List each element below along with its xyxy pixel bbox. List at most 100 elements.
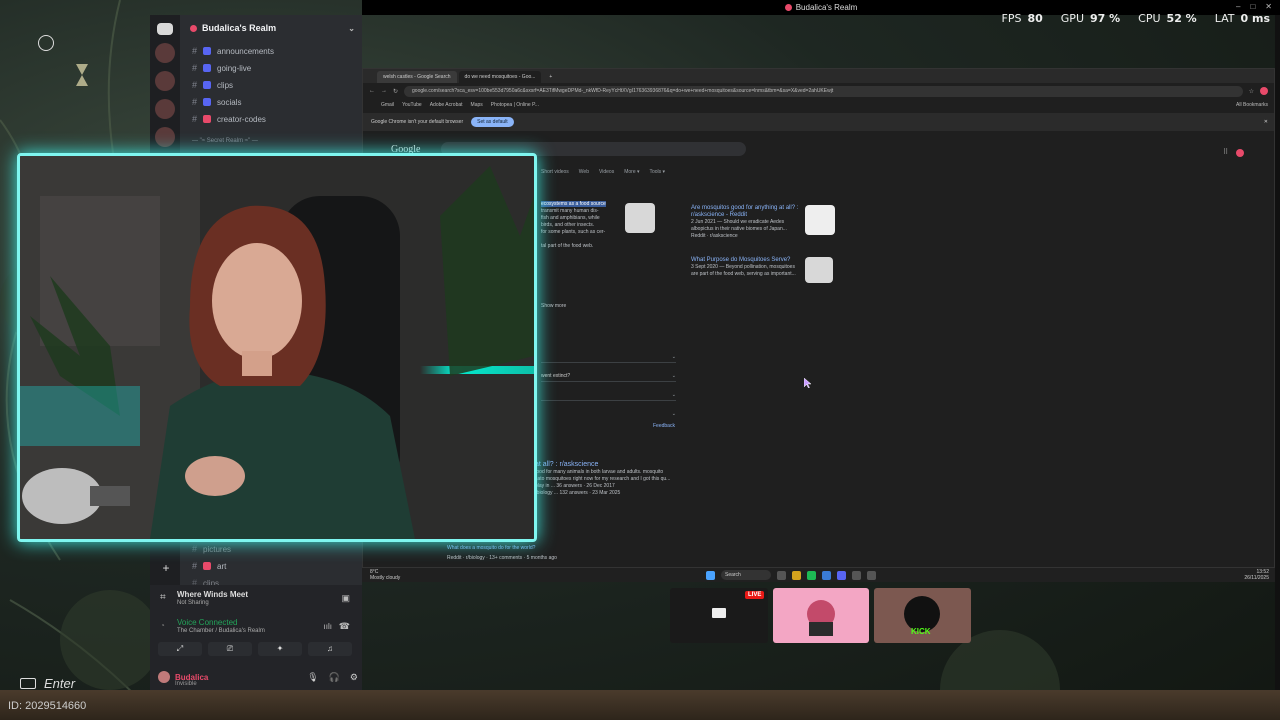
filter-videos[interactable]: Videos xyxy=(599,169,614,175)
file-explorer-icon[interactable] xyxy=(792,570,801,580)
chrome-icon[interactable] xyxy=(822,570,831,580)
bookmarks-bar: Gmail YouTube Adobe Acrobat Maps Photope… xyxy=(363,99,1274,111)
server-icon-2[interactable] xyxy=(155,71,175,91)
taskbar-center: Search xyxy=(706,570,876,580)
taskbar-search[interactable]: Search xyxy=(721,570,771,580)
bottom-result-source: Reddit · r/biology · 13+ comments · 5 mo… xyxy=(447,555,557,561)
discord-icon[interactable] xyxy=(837,570,846,580)
reload-icon[interactable]: ↻ xyxy=(393,88,398,95)
screen-share-icon[interactable]: ▣ xyxy=(341,593,350,604)
url-bar[interactable]: google.com/search?sca_esv=100be553d7950a… xyxy=(404,85,1243,97)
reddit-thumbnail[interactable] xyxy=(805,205,835,235)
weather-widget[interactable]: 8°C Mostly cloudy xyxy=(370,569,430,581)
feedback-link[interactable]: Feedback xyxy=(653,423,675,430)
snippet-tail: tal part of the food web. xyxy=(541,243,594,249)
disconnect-icon[interactable]: ☎ xyxy=(339,621,350,632)
share-screen-button[interactable]: ⎚ xyxy=(208,642,252,656)
side-result-1[interactable]: Are mosquitos good for anything at all? … xyxy=(691,205,801,240)
all-bookmarks-button[interactable]: All Bookmarks xyxy=(1236,102,1274,108)
activity-title: Where Winds Meet xyxy=(177,590,249,599)
infobar-close-icon[interactable]: ✕ xyxy=(1264,119,1274,125)
channel-announcements[interactable]: # announcements xyxy=(192,44,274,58)
apps-grid-icon[interactable]: ⠿ xyxy=(1223,148,1228,156)
taskbar-app-icon[interactable] xyxy=(852,570,861,580)
minimize-icon[interactable]: – xyxy=(1236,2,1240,11)
filter-web[interactable]: Web xyxy=(579,169,589,175)
hash-icon: # xyxy=(192,561,198,571)
server-icon-3[interactable] xyxy=(155,99,175,119)
hourglass-icon xyxy=(76,64,88,86)
paa-row-1[interactable]: ⌄ xyxy=(541,351,676,363)
google-account-avatar[interactable] xyxy=(1236,149,1244,157)
category-label: — "≈ Secret Realm ≈" — xyxy=(192,138,258,144)
fps-readout: FPS 80 xyxy=(1002,12,1043,25)
voice-location[interactable]: The Chamber / Budalica's Realm xyxy=(177,628,265,634)
taskbar-app-icon[interactable] xyxy=(777,570,786,580)
channel-art[interactable]: # art xyxy=(192,559,226,573)
server-icon-4[interactable] xyxy=(155,127,175,147)
filter-tools[interactable]: Tools ▾ xyxy=(650,169,666,175)
bottom-result-title[interactable]: What does a mosquito do for the world? xyxy=(447,545,535,552)
paa-row-4[interactable]: ⌄ xyxy=(541,408,676,420)
result-title[interactable]: at all? : r/askscience xyxy=(535,461,598,468)
tab-welsh-castles[interactable]: welsh castles - Google Search xyxy=(377,71,457,83)
snippet-image[interactable] xyxy=(625,203,655,233)
paa-row-3[interactable]: ⌄ xyxy=(541,389,676,401)
bookmark-photopea[interactable]: Photopea | Online P... xyxy=(491,102,539,108)
activity-subtitle: Not Sharing xyxy=(177,600,209,606)
compass-icon xyxy=(38,35,54,51)
channel-pictures[interactable]: # pictures xyxy=(192,542,231,556)
mouse-cursor-icon xyxy=(804,378,812,388)
result-2-thumbnail[interactable] xyxy=(805,257,833,283)
avatar[interactable] xyxy=(158,671,170,683)
default-browser-infobar: Google Chrome isn't your default browser… xyxy=(363,113,1274,131)
voice-connected-label[interactable]: Voice Connected xyxy=(177,618,238,627)
settings-gear-icon[interactable]: ⚙ xyxy=(350,672,358,683)
taskbar-clock[interactable]: 13:52 26/11/2025 xyxy=(1244,569,1275,581)
channel-going-live[interactable]: # going-live xyxy=(192,61,251,75)
twitch-avatar-tile[interactable] xyxy=(773,588,869,643)
add-server-button[interactable]: + xyxy=(160,562,172,574)
maximize-icon[interactable]: □ xyxy=(1250,2,1255,11)
activities-button[interactable]: ✦ xyxy=(258,642,302,656)
category-secret-realm[interactable]: — "≈ Secret Realm ≈" — xyxy=(192,134,258,148)
bookmark-gmail[interactable]: Gmail xyxy=(381,102,394,108)
bookmark-maps[interactable]: Maps xyxy=(471,102,483,108)
side-result-2[interactable]: What Purpose do Mosquitoes Serve? 3 Sept… xyxy=(691,257,801,278)
microphone-icon[interactable]: 🎙 xyxy=(307,672,318,683)
back-icon[interactable]: ← xyxy=(369,88,375,94)
bookmark-acrobat[interactable]: Adobe Acrobat xyxy=(430,102,463,108)
bookmark-youtube[interactable]: YouTube xyxy=(402,102,422,108)
filter-more[interactable]: More ▾ xyxy=(624,169,639,175)
forward-icon[interactable]: → xyxy=(381,88,387,94)
chevron-down-icon[interactable]: ⌄ xyxy=(348,24,355,33)
camera-button[interactable]: ⤢ xyxy=(158,642,202,656)
result-title[interactable]: What Purpose do Mosquitoes Serve? xyxy=(691,257,790,263)
discord-home-icon[interactable] xyxy=(157,23,173,35)
result-title[interactable]: Are mosquitos good for anything at all? … xyxy=(691,205,798,218)
user-area[interactable]: Budalica Invisible 🎙 🎧 ⚙ xyxy=(158,669,358,687)
paa-row-2[interactable]: went extinct? ⌄ xyxy=(541,370,676,382)
channel-creator-codes[interactable]: # creator-codes xyxy=(192,112,266,126)
headphones-icon[interactable]: 🎧 xyxy=(329,672,340,683)
new-tab-button[interactable]: + xyxy=(543,71,558,83)
channel-socials[interactable]: # socials xyxy=(192,95,241,109)
channel-label: creator-codes xyxy=(217,114,266,124)
tab-mosquitoes[interactable]: do we need mosquitoes - Goo... xyxy=(458,71,542,83)
noise-suppression-icon[interactable]: ıılı xyxy=(324,622,332,631)
spotify-icon[interactable] xyxy=(807,570,816,580)
server-title: Budalica's Realm xyxy=(202,23,277,33)
server-icon-1[interactable] xyxy=(155,43,175,63)
close-icon[interactable]: ✕ xyxy=(1265,2,1272,11)
profile-avatar-icon[interactable] xyxy=(1260,87,1268,95)
server-header[interactable]: Budalica's Realm ⌄ xyxy=(190,23,355,33)
filter-short-videos[interactable]: Short videos xyxy=(541,169,569,175)
show-more-link[interactable]: Show more xyxy=(541,303,566,310)
taskbar-app-icon[interactable] xyxy=(867,570,876,580)
set-default-button[interactable]: Set as default xyxy=(471,117,514,127)
star-icon[interactable]: ☆ xyxy=(1249,88,1254,95)
soundboard-button[interactable]: ♫ xyxy=(308,642,352,656)
start-icon[interactable] xyxy=(706,570,715,580)
channel-clips[interactable]: # clips xyxy=(192,78,233,92)
reddit-result[interactable]: at all? : r/askscience food for many ani… xyxy=(535,461,685,497)
